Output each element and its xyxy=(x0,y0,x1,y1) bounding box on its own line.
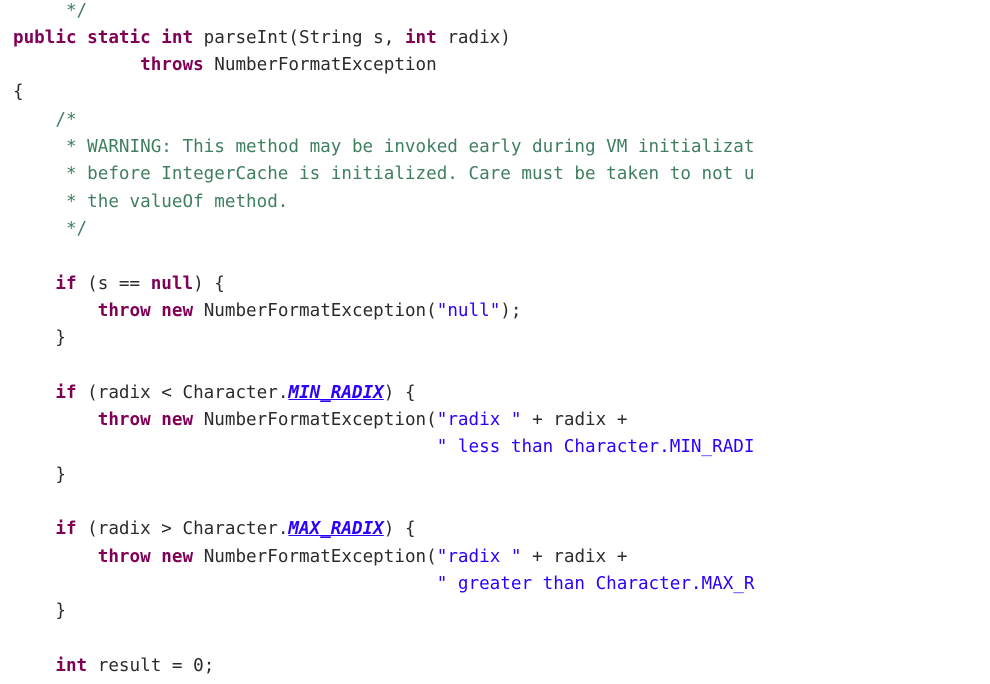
code-token-const: MAX_RADIX xyxy=(288,519,384,540)
code-token-pl: NumberFormatException( xyxy=(203,410,437,431)
code-viewport[interactable]: */​public static int parseInt(String s, … xyxy=(0,0,990,684)
code-token-kw: if xyxy=(55,519,88,540)
code-token-pl: } xyxy=(13,601,66,622)
code-token-pl: NumberFormatException( xyxy=(203,546,437,567)
code-token-pl: , xyxy=(383,27,405,48)
code-line: " less than Character.MIN_RADI​ xyxy=(13,434,755,461)
code-token-kw: throw new xyxy=(97,300,204,321)
code-token-cm: * the valueOf method. xyxy=(13,191,289,212)
code-line: if (radix < Character.MIN_RADIX) {​ xyxy=(13,380,754,407)
code-token-pl: ) { xyxy=(383,382,416,403)
code-token-kw: null xyxy=(150,273,194,294)
code-line: * the valueOf method.​ xyxy=(13,189,754,216)
code-token-cm: /* xyxy=(13,109,77,130)
code-line: /*​ xyxy=(13,107,754,134)
code-token-pl: ); xyxy=(500,300,522,321)
code-token-cm: * WARNING: This method may be invoked ea… xyxy=(13,137,755,158)
code-token-pl: } xyxy=(13,328,66,349)
code-line: }​ xyxy=(13,462,754,489)
code-line: * WARNING: This method may be invoked ea… xyxy=(13,134,755,161)
code-line: if (s == null) {​ xyxy=(13,271,754,298)
code-line: throw new NumberFormatException("radix "… xyxy=(13,407,754,434)
code-line: throws NumberFormatException​ xyxy=(13,52,754,79)
code-line: if (radix > Character.MAX_RADIX) {​ xyxy=(13,516,754,543)
code-token-pl: ; xyxy=(203,655,215,676)
code-token-str: " greater than Character.MAX_R xyxy=(436,573,755,594)
code-token-cm: */ xyxy=(13,0,88,21)
code-token-pl: ) { xyxy=(193,273,225,294)
code-token-str: "null" xyxy=(436,300,501,321)
code-token-pl: (radix > Character. xyxy=(87,519,289,540)
code-token-pl: + radix + xyxy=(521,546,628,567)
code-line: throw new NumberFormatException("null");… xyxy=(13,298,754,325)
code-token-pl: ) { xyxy=(383,519,416,540)
code-token-kw: int xyxy=(55,655,98,676)
code-line: ​ xyxy=(13,489,754,516)
code-line: boolean negative = false;​ xyxy=(13,680,754,684)
code-token-kw: if xyxy=(55,382,88,403)
code-line: }​ xyxy=(13,598,754,625)
code-token-kw: if xyxy=(55,273,88,294)
code-token-str: " less than Character.MIN_RADI xyxy=(436,437,755,458)
code-token-pl: } xyxy=(13,464,66,485)
code-line: */​ xyxy=(13,0,754,25)
code-token-const: MIN_RADIX xyxy=(288,382,384,403)
code-token-pl: 0 xyxy=(193,655,204,676)
code-token-pl: result = xyxy=(97,655,194,676)
code-token-cm: */ xyxy=(13,218,88,239)
code-token-str: "radix " xyxy=(436,410,522,431)
code-token-pl: parseInt(String xyxy=(203,27,374,48)
code-token-str: "radix " xyxy=(436,546,522,567)
code-line: */​ xyxy=(13,216,754,243)
code-line: public static int parseInt(String s, int… xyxy=(13,25,754,52)
code-line: " greater than Character.MAX_R​ xyxy=(13,571,755,598)
code-line: throw new NumberFormatException("radix "… xyxy=(13,544,754,571)
code-token-pl: NumberFormatException( xyxy=(203,300,437,321)
code-token-pl: + radix + xyxy=(521,410,628,431)
code-line: }​ xyxy=(13,325,754,352)
code-line: ​ xyxy=(13,625,754,652)
code-line: ​ xyxy=(13,243,754,270)
code-token-pl: (s == xyxy=(87,273,151,294)
code-token-pl: { xyxy=(13,82,24,103)
code-line: int result = 0;​ xyxy=(13,653,754,680)
code-token-pl: s xyxy=(373,27,384,48)
code-token-kw: throws xyxy=(140,55,215,76)
code-token-kw: public static int xyxy=(13,27,204,48)
code-line: ​ xyxy=(13,352,754,379)
code-token-kw: throw new xyxy=(97,410,204,431)
code-line: {​ xyxy=(13,79,754,106)
code-token-cm: * before IntegerCache is initialized. Ca… xyxy=(13,164,755,185)
code-token-kw: int xyxy=(404,27,448,48)
code-token-kw: throw new xyxy=(97,546,204,567)
source-code-text[interactable]: */​public static int parseInt(String s, … xyxy=(13,0,754,684)
code-token-pl: NumberFormatException xyxy=(214,55,437,76)
code-line: * before IntegerCache is initialized. Ca… xyxy=(13,161,755,188)
code-token-pl: (radix < Character. xyxy=(87,382,289,403)
code-token-pl: radix) xyxy=(447,27,511,48)
